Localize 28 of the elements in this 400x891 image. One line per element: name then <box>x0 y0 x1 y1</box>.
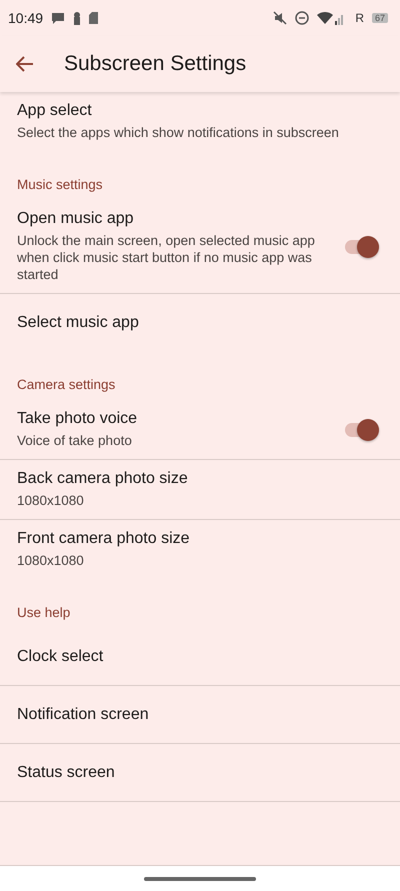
sim-card-icon <box>89 12 98 24</box>
section-header: Use help <box>16 604 72 622</box>
setting-summary: Unlock the main screen, open selected music app when click music start button if no music app was started <box>17 232 316 283</box>
setting-summary: Select the apps which show notifications in subscreen <box>17 124 340 141</box>
setting-title[interactable]: Select music app <box>17 314 383 332</box>
gesture-handle[interactable] <box>144 876 256 880</box>
section-header: Camera settings <box>16 376 116 394</box>
screen-title: Subscreen Settings <box>64 52 246 76</box>
message-icon <box>51 12 66 24</box>
setting-title[interactable]: Notification screen <box>17 706 383 724</box>
section-header: Music settings <box>16 176 104 194</box>
setting-title[interactable]: App select <box>17 102 383 120</box>
setting-title[interactable]: Back camera photo size <box>17 470 383 488</box>
do-not-disturb-icon <box>295 11 310 25</box>
keyhole-icon <box>73 12 82 24</box>
setting-title[interactable]: Clock select <box>17 648 383 666</box>
setting-summary: 1080x1080 <box>17 492 85 509</box>
setting-title[interactable]: Take photo voice <box>17 410 345 428</box>
setting-title[interactable]: Front camera photo size <box>17 530 383 548</box>
back-arrow-icon[interactable] <box>16 56 34 72</box>
setting-title[interactable]: Status screen <box>17 764 383 782</box>
setting-summary: Voice of take photo <box>17 432 133 449</box>
roaming-indicator: R <box>355 11 364 25</box>
setting-summary: 1080x1080 <box>17 552 85 569</box>
clock-time: 10:49 <box>8 10 44 26</box>
battery-icon: 67 <box>372 13 388 23</box>
setting-title[interactable]: Open music app <box>17 210 345 228</box>
mute-icon <box>273 11 288 25</box>
